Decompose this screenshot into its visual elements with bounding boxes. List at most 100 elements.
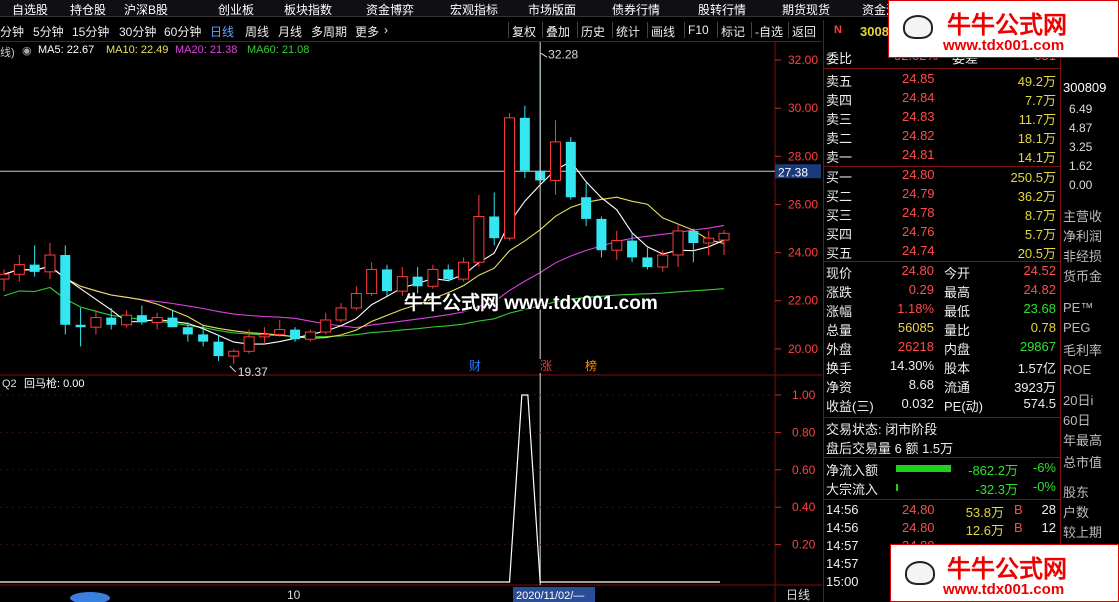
buy-volume: 8.7万	[1024, 208, 1056, 223]
stat-label: 内盘	[944, 342, 971, 357]
f10-item[interactable]: 户数	[1063, 502, 1089, 521]
stat-label: 今开	[944, 266, 971, 281]
period-tab[interactable]: 日线	[210, 23, 234, 40]
candle-body	[44, 254, 56, 273]
f10-item[interactable]: 非经损	[1063, 246, 1102, 265]
f10-item[interactable]: 60日	[1063, 410, 1090, 429]
tool-divider	[612, 22, 613, 38]
tick-time: 14:57	[826, 538, 859, 553]
tool-button[interactable]: 画线	[651, 23, 675, 40]
f10-item: 4.87	[1069, 121, 1093, 135]
stat-label: 涨幅	[826, 304, 853, 319]
period-tab[interactable]: 分钟	[0, 23, 24, 40]
nav-item[interactable]: 沪深B股	[124, 1, 168, 18]
low-label: 19.37	[238, 365, 268, 379]
event-label[interactable]: 榜	[585, 358, 597, 373]
period-tab[interactable]: 5分钟	[33, 23, 64, 40]
event-label[interactable]: 涨	[540, 358, 552, 373]
tool-button[interactable]: F10	[688, 23, 709, 37]
tool-button[interactable]: 历史	[581, 23, 605, 40]
candle-body	[0, 273, 10, 280]
tool-divider	[577, 22, 578, 38]
f10-item[interactable]: 毛利率	[1063, 340, 1102, 359]
nav-item[interactable]: 自选股	[12, 1, 48, 18]
f10-item[interactable]: PEG	[1063, 320, 1090, 335]
f10-item[interactable]: 股东	[1063, 482, 1089, 501]
stat-label: 换手	[826, 361, 853, 376]
stat-label: 最高	[944, 285, 971, 300]
buy-level-label: 买二	[826, 189, 853, 204]
nav-item[interactable]: 持仓股	[70, 1, 106, 18]
stat-label: PE(动)	[944, 399, 984, 414]
period-tab[interactable]: 月线	[278, 23, 302, 40]
sub-y-tick-label: 1.00	[792, 388, 816, 402]
after-hours-volume: 盘后交易量 6 额 1.5万	[826, 441, 954, 456]
candle-body	[519, 117, 530, 171]
netflow-value: -862.2万	[968, 463, 1018, 478]
tool-button[interactable]: 返回	[792, 23, 816, 40]
nav-item[interactable]: 市场版面	[528, 1, 576, 18]
stat-label: 外盘	[826, 342, 853, 357]
quote-row: 现价 24.80 今开 24.52	[824, 262, 1060, 281]
tool-button[interactable]: 复权	[512, 23, 536, 40]
quote-row: 买五 24.74 20.5万	[824, 242, 1060, 261]
period-tab[interactable]: 多周期	[311, 23, 347, 40]
candle-body	[304, 331, 316, 340]
nav-item[interactable]: 股转行情	[698, 1, 746, 18]
center-watermark: 牛牛公式网 www.tdx001.com	[404, 293, 658, 314]
bigflow-pct: -0%	[1032, 479, 1056, 494]
sell-price: 24.85	[902, 71, 935, 86]
nav-item[interactable]: 期货现货	[782, 1, 830, 18]
quote-row: 净流入额 -862.2万 -6%	[824, 459, 1060, 478]
candle-body	[274, 329, 286, 335]
stat-label: 量比	[944, 323, 971, 338]
candle-body	[596, 218, 607, 251]
f10-item[interactable]: 净利润	[1063, 226, 1102, 245]
candlestick-chart[interactable]: 32.00 30.00 28.00 26.00 24.00 22.00 20.00 27.38…	[0, 42, 822, 602]
tick-time: 14:57	[826, 556, 859, 571]
period-tab[interactable]: 更多	[355, 23, 379, 40]
period-tab[interactable]: 15分钟	[72, 23, 109, 40]
f10-item[interactable]: 年最高	[1063, 430, 1102, 449]
f10-item[interactable]: 货币金	[1063, 266, 1102, 285]
netflow-bar	[896, 465, 951, 472]
netflow-pct: -6%	[1032, 460, 1056, 475]
f10-item[interactable]: ROE	[1063, 362, 1091, 377]
section-divider	[824, 499, 1060, 500]
more-chevron-icon[interactable]: ›	[384, 23, 388, 37]
period-tab[interactable]: 周线	[245, 23, 269, 40]
buy-price: 24.74	[902, 243, 935, 258]
stat-label: 净资	[826, 380, 853, 395]
period-tab[interactable]: 60分钟	[164, 23, 201, 40]
period-tab[interactable]: 30分钟	[119, 23, 156, 40]
tool-divider	[542, 22, 543, 38]
tool-button[interactable]: 标记	[721, 23, 745, 40]
candle-body	[182, 327, 193, 335]
f10-item[interactable]: 主营收	[1063, 206, 1102, 225]
f10-item[interactable]: 20日i	[1063, 390, 1093, 409]
tool-button[interactable]: -自选	[755, 23, 783, 40]
nav-item[interactable]: 债券行情	[612, 1, 660, 18]
candle-body	[90, 317, 102, 328]
nav-item[interactable]: 创业板	[218, 1, 254, 18]
sub-y-tick-label: 0.80	[792, 425, 816, 439]
tick-count: 28	[1041, 502, 1056, 517]
nav-item[interactable]: 资金博弈	[366, 1, 414, 18]
f10-side-panel: 300809 6.49 4.87 3.25 1.62 0.00 主营收 净利润 非经损 货币金 PE…	[1060, 20, 1119, 602]
nav-item[interactable]: 宏观指标	[450, 1, 498, 18]
f10-item[interactable]: 总市值	[1063, 452, 1102, 471]
candle-body	[136, 315, 147, 323]
quote-row: 盘后交易量 6 额 1.5万	[824, 437, 1060, 456]
weibi-label: 委比	[826, 51, 853, 66]
event-label[interactable]: 财	[469, 359, 481, 373]
f10-item[interactable]: PE™	[1063, 300, 1093, 315]
trade-status: 交易状态: 闭市阶段	[826, 422, 938, 437]
watermark-bottom: 牛牛公式网 www.tdx001.com	[890, 544, 1119, 602]
tool-button[interactable]: 统计	[616, 23, 640, 40]
candle-body	[412, 276, 423, 287]
f10-item[interactable]: 较上期	[1063, 522, 1102, 541]
nav-item[interactable]: 板块指数	[284, 1, 332, 18]
stat-value: 24.82	[1023, 282, 1056, 297]
stat-value: 1.18%	[897, 301, 934, 316]
tool-button[interactable]: 叠加	[546, 23, 570, 40]
